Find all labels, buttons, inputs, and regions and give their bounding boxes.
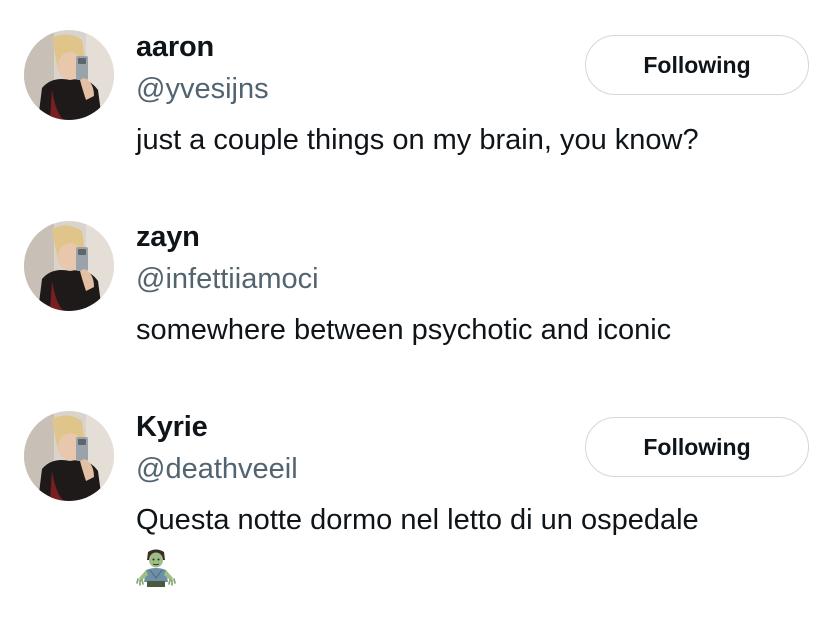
user-cell[interactable]: Kyrie @deathveeil Questa notte dormo nel… — [0, 380, 828, 617]
following-button[interactable]: Following — [585, 417, 809, 477]
zombie-emoji-icon — [136, 548, 176, 588]
user-handle[interactable]: @infettiiamoci — [136, 262, 319, 296]
following-button[interactable]: Following — [585, 35, 809, 95]
avatar[interactable] — [24, 221, 114, 311]
display-name[interactable]: zayn — [136, 220, 200, 254]
display-name[interactable]: Kyrie — [136, 410, 208, 444]
user-handle[interactable]: @deathveeil — [136, 452, 298, 486]
user-bio: Questa notte dormo nel letto di un osped… — [136, 504, 699, 536]
user-bio: just a couple things on my brain, you kn… — [136, 124, 699, 156]
avatar-photo — [24, 411, 114, 501]
avatar[interactable] — [24, 30, 114, 120]
avatar-photo — [24, 221, 114, 311]
user-cell[interactable]: zayn @infettiiamoci somewhere between ps… — [0, 190, 828, 380]
avatar-photo — [24, 30, 114, 120]
user-bio: somewhere between psychotic and iconic — [136, 314, 672, 346]
user-cell[interactable]: aaron @yvesijns just a couple things on … — [0, 0, 828, 190]
user-handle[interactable]: @yvesijns — [136, 72, 269, 106]
avatar[interactable] — [24, 411, 114, 501]
display-name[interactable]: aaron — [136, 30, 214, 64]
